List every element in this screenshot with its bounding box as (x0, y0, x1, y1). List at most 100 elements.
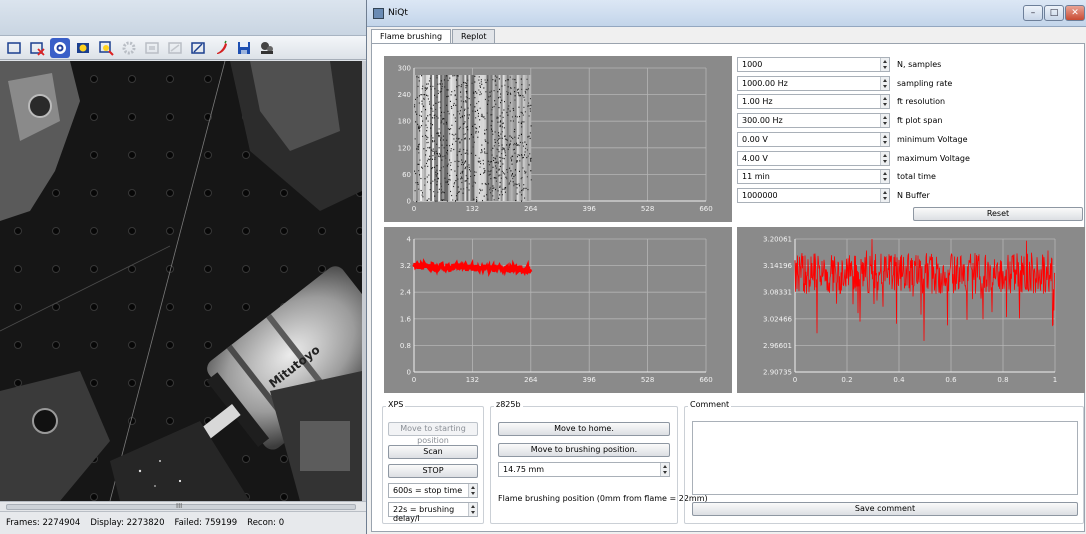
spectrogram-pixel (414, 170, 416, 172)
spectrogram-pixel (429, 85, 431, 87)
spin-arrows-icon[interactable] (880, 77, 889, 90)
spectrogram-pixel (512, 120, 514, 122)
move-to-home-button[interactable]: Move to home. (498, 422, 670, 436)
zoom-trace-plot[interactable]: 0 0.2 0.4 0.6 0.8 1 2.90735 2.96601 3.02466 3.083… (737, 227, 1085, 393)
spectrogram-pixel (438, 135, 440, 137)
voltage-trace-plot[interactable]: 0 132 264 396 528 660 0 0.8 1.6 2.4 3.2 4 (384, 227, 732, 393)
spectrogram-pixel (464, 82, 466, 84)
spectrogram-pixel (479, 82, 481, 84)
spectrogram-pixel (499, 165, 501, 168)
spin-arrows-icon[interactable] (880, 133, 889, 146)
spectrogram-pixel (459, 150, 461, 152)
brushing-position-spinbox[interactable]: 14.75 mm (498, 462, 670, 477)
spin-arrows-icon[interactable] (468, 503, 477, 516)
spectrogram-pixel (423, 148, 425, 150)
spectrogram-pixel (421, 94, 423, 96)
spectrogram-pixel (487, 170, 489, 172)
spectrogram-pixel (418, 125, 420, 127)
contrast-icon[interactable] (73, 38, 93, 58)
spin-arrows-icon[interactable] (880, 170, 889, 183)
y-tick-label: 240 (398, 91, 411, 99)
spectrogram-pixel (496, 116, 498, 118)
sampling-rate-spinbox[interactable]: 1000.00 Hz (737, 76, 890, 91)
save-icon[interactable] (234, 38, 254, 58)
spectrogram-pixel (503, 100, 505, 103)
auto-settings-icon[interactable] (50, 37, 70, 58)
spectrogram-pixel (502, 122, 504, 125)
spectrogram-pixel (417, 123, 419, 125)
n-buffer-spinbox[interactable]: 1000000 (737, 188, 890, 203)
spectrogram-pixel (517, 137, 519, 139)
total-time-value: 11 min (742, 172, 770, 181)
film-reel-icon[interactable] (257, 38, 277, 58)
maximum-voltage-spinbox[interactable]: 4.00 V (737, 151, 890, 166)
spectrogram-pixel (523, 96, 525, 98)
draw-line-icon[interactable] (188, 38, 208, 58)
spectrogram-pixel (421, 111, 423, 113)
maximize-button[interactable]: □ (1044, 5, 1064, 21)
save-comment-button[interactable]: Save comment (692, 502, 1078, 516)
stop-button[interactable]: STOP (388, 464, 478, 478)
spectrogram-pixel (504, 135, 506, 137)
spectrogram-pixel (525, 92, 527, 94)
spectrogram-pixel (442, 166, 444, 168)
spin-arrows-icon[interactable] (880, 95, 889, 108)
stop-time-spinbox[interactable]: 600s = stop time (388, 483, 478, 498)
spectrogram-pixel (500, 101, 502, 104)
spectrogram-pixel (430, 127, 432, 129)
minimize-button[interactable]: – (1023, 5, 1043, 21)
pepper-icon[interactable] (211, 38, 231, 58)
spectrogram-pixel (479, 166, 481, 168)
spectrogram-pixel (418, 188, 420, 190)
ft-resolution-spinbox[interactable]: 1.00 Hz (737, 94, 890, 109)
spin-arrows-icon[interactable] (660, 463, 669, 476)
reset-button[interactable]: Reset (913, 207, 1083, 221)
spectrogram-pixel (427, 165, 429, 168)
rect-select-icon[interactable] (4, 38, 24, 58)
spectrogram-pixel (432, 104, 434, 106)
zoom-fit-icon[interactable] (96, 38, 116, 58)
spectrogram-pixel (497, 140, 499, 142)
spectrogram-pixel (425, 117, 427, 119)
spectrogram-pixel (496, 117, 498, 119)
n-samples-spinbox[interactable]: 1000 (737, 57, 890, 72)
spectrogram-pixel (516, 193, 518, 195)
scan-button[interactable]: Scan (388, 445, 478, 459)
ft-plot-span-spinbox[interactable]: 300.00 Hz (737, 113, 890, 128)
spin-arrows-icon[interactable] (468, 484, 477, 497)
spectrogram-pixel (524, 90, 526, 93)
spectrogram-pixel (454, 117, 456, 119)
comment-textarea[interactable] (692, 421, 1078, 495)
spectrogram-pixel (442, 118, 444, 120)
x-tick-label: 132 (466, 205, 479, 213)
move-to-starting-position-button[interactable]: Move to starting position (388, 422, 478, 445)
spin-arrows-icon[interactable] (880, 189, 889, 202)
title-bar[interactable]: NiQt – □ ✕ (367, 0, 1086, 27)
spectrogram-column (514, 75, 518, 201)
rect-delete-icon[interactable] (27, 38, 47, 58)
move-to-brushing-position-button[interactable]: Move to brushing position. (498, 443, 670, 457)
brushing-delay-spinbox[interactable]: 22s = brushing delay/l (388, 502, 478, 523)
spectrogram-pixel (504, 188, 506, 190)
spectrogram-pixel (487, 79, 489, 81)
spectrogram-pixel (454, 90, 456, 92)
total-time-spinbox[interactable]: 11 min (737, 169, 890, 184)
spectrogram-pixel (426, 160, 428, 162)
spin-arrows-icon[interactable] (880, 152, 889, 165)
spectrogram-plot[interactable]: 0 132 264 396 528 660 0 60 120 180 240 300 (384, 56, 732, 222)
minimum-voltage-spinbox[interactable]: 0.00 V (737, 132, 890, 147)
spectrogram-pixel (451, 124, 453, 126)
camera-image[interactable]: Mitutoyo (0, 61, 362, 501)
spin-arrows-icon[interactable] (880, 58, 889, 71)
camera-horizontal-scrollbar[interactable]: III (0, 501, 366, 511)
spectrogram-pixel (492, 185, 494, 187)
close-button[interactable]: ✕ (1065, 5, 1085, 21)
spectrogram-pixel (441, 192, 443, 194)
spectrogram-pixel (465, 87, 467, 89)
tab-flame-brushing[interactable]: Flame brushing (371, 29, 452, 44)
spin-arrows-icon[interactable] (880, 114, 889, 127)
y-tick-label: 3.2 (400, 262, 411, 270)
tab-replot[interactable]: Replot (452, 29, 496, 43)
spectrogram-pixel (414, 190, 416, 192)
x-tick-label: 1 (1053, 376, 1057, 384)
